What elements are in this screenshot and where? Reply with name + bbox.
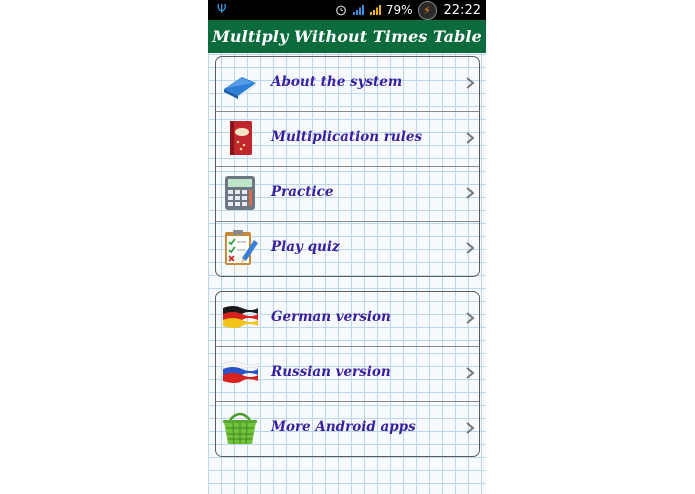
signal-icon-1: [352, 5, 364, 15]
status-time: 22:22: [443, 2, 481, 18]
chevron-right-icon: [466, 132, 475, 144]
chevron-right-icon: [466, 242, 475, 254]
menu-item-german-version[interactable]: German version: [216, 292, 479, 347]
app-title-bar: Multiply Without Times Table: [208, 20, 486, 53]
chevron-right-icon: [466, 367, 475, 379]
menu-item-multiplication-rules[interactable]: Multiplication rules: [216, 112, 479, 167]
german-flag-icon: [223, 306, 258, 328]
battery-charging-icon: ⚡: [417, 0, 437, 20]
russian-flag-icon: [222, 360, 259, 383]
rules-book-icon: [230, 121, 252, 155]
basket-icon: [223, 412, 257, 445]
menu-item-label: Play quiz: [271, 239, 340, 255]
signal-icon-2: [369, 5, 381, 15]
battery-percent: 79%: [385, 3, 413, 17]
app-title: Multiply Without Times Table: [212, 27, 482, 46]
menu-item-label: German version: [271, 309, 391, 325]
menu-item-label: Multiplication rules: [271, 129, 423, 145]
book-icon: [224, 77, 256, 99]
menu-item-label: Practice: [271, 184, 334, 200]
usb-icon: Ψ: [217, 2, 227, 16]
menu-item-practice[interactable]: Practice: [216, 167, 479, 222]
menu-item-about[interactable]: About the system: [216, 57, 479, 112]
quiz-checklist-icon: [225, 230, 258, 265]
phone-screen: Ψ 79% ⚡ 22:22 Multiply Without Times Tab…: [208, 0, 486, 494]
main-menu-group: About the system Multiplication rules Pr…: [215, 56, 480, 277]
menu-item-label: About the system: [271, 74, 403, 90]
chevron-right-icon: [466, 422, 475, 434]
menu-item-play-quiz[interactable]: Play quiz: [216, 222, 479, 276]
status-bar: Ψ 79% ⚡ 22:22: [208, 0, 486, 20]
menu-item-label: More Android apps: [271, 419, 416, 435]
menu-item-label: Russian version: [271, 364, 391, 380]
more-menu-group: German version Russian version More Andr…: [215, 291, 480, 457]
chevron-right-icon: [466, 187, 475, 199]
calculator-icon: [225, 176, 255, 210]
chevron-right-icon: [466, 312, 475, 324]
menu-item-more-android-apps[interactable]: More Android apps: [216, 402, 479, 456]
alarm-icon: [335, 5, 346, 16]
menu-item-russian-version[interactable]: Russian version: [216, 347, 479, 402]
chevron-right-icon: [466, 77, 475, 89]
